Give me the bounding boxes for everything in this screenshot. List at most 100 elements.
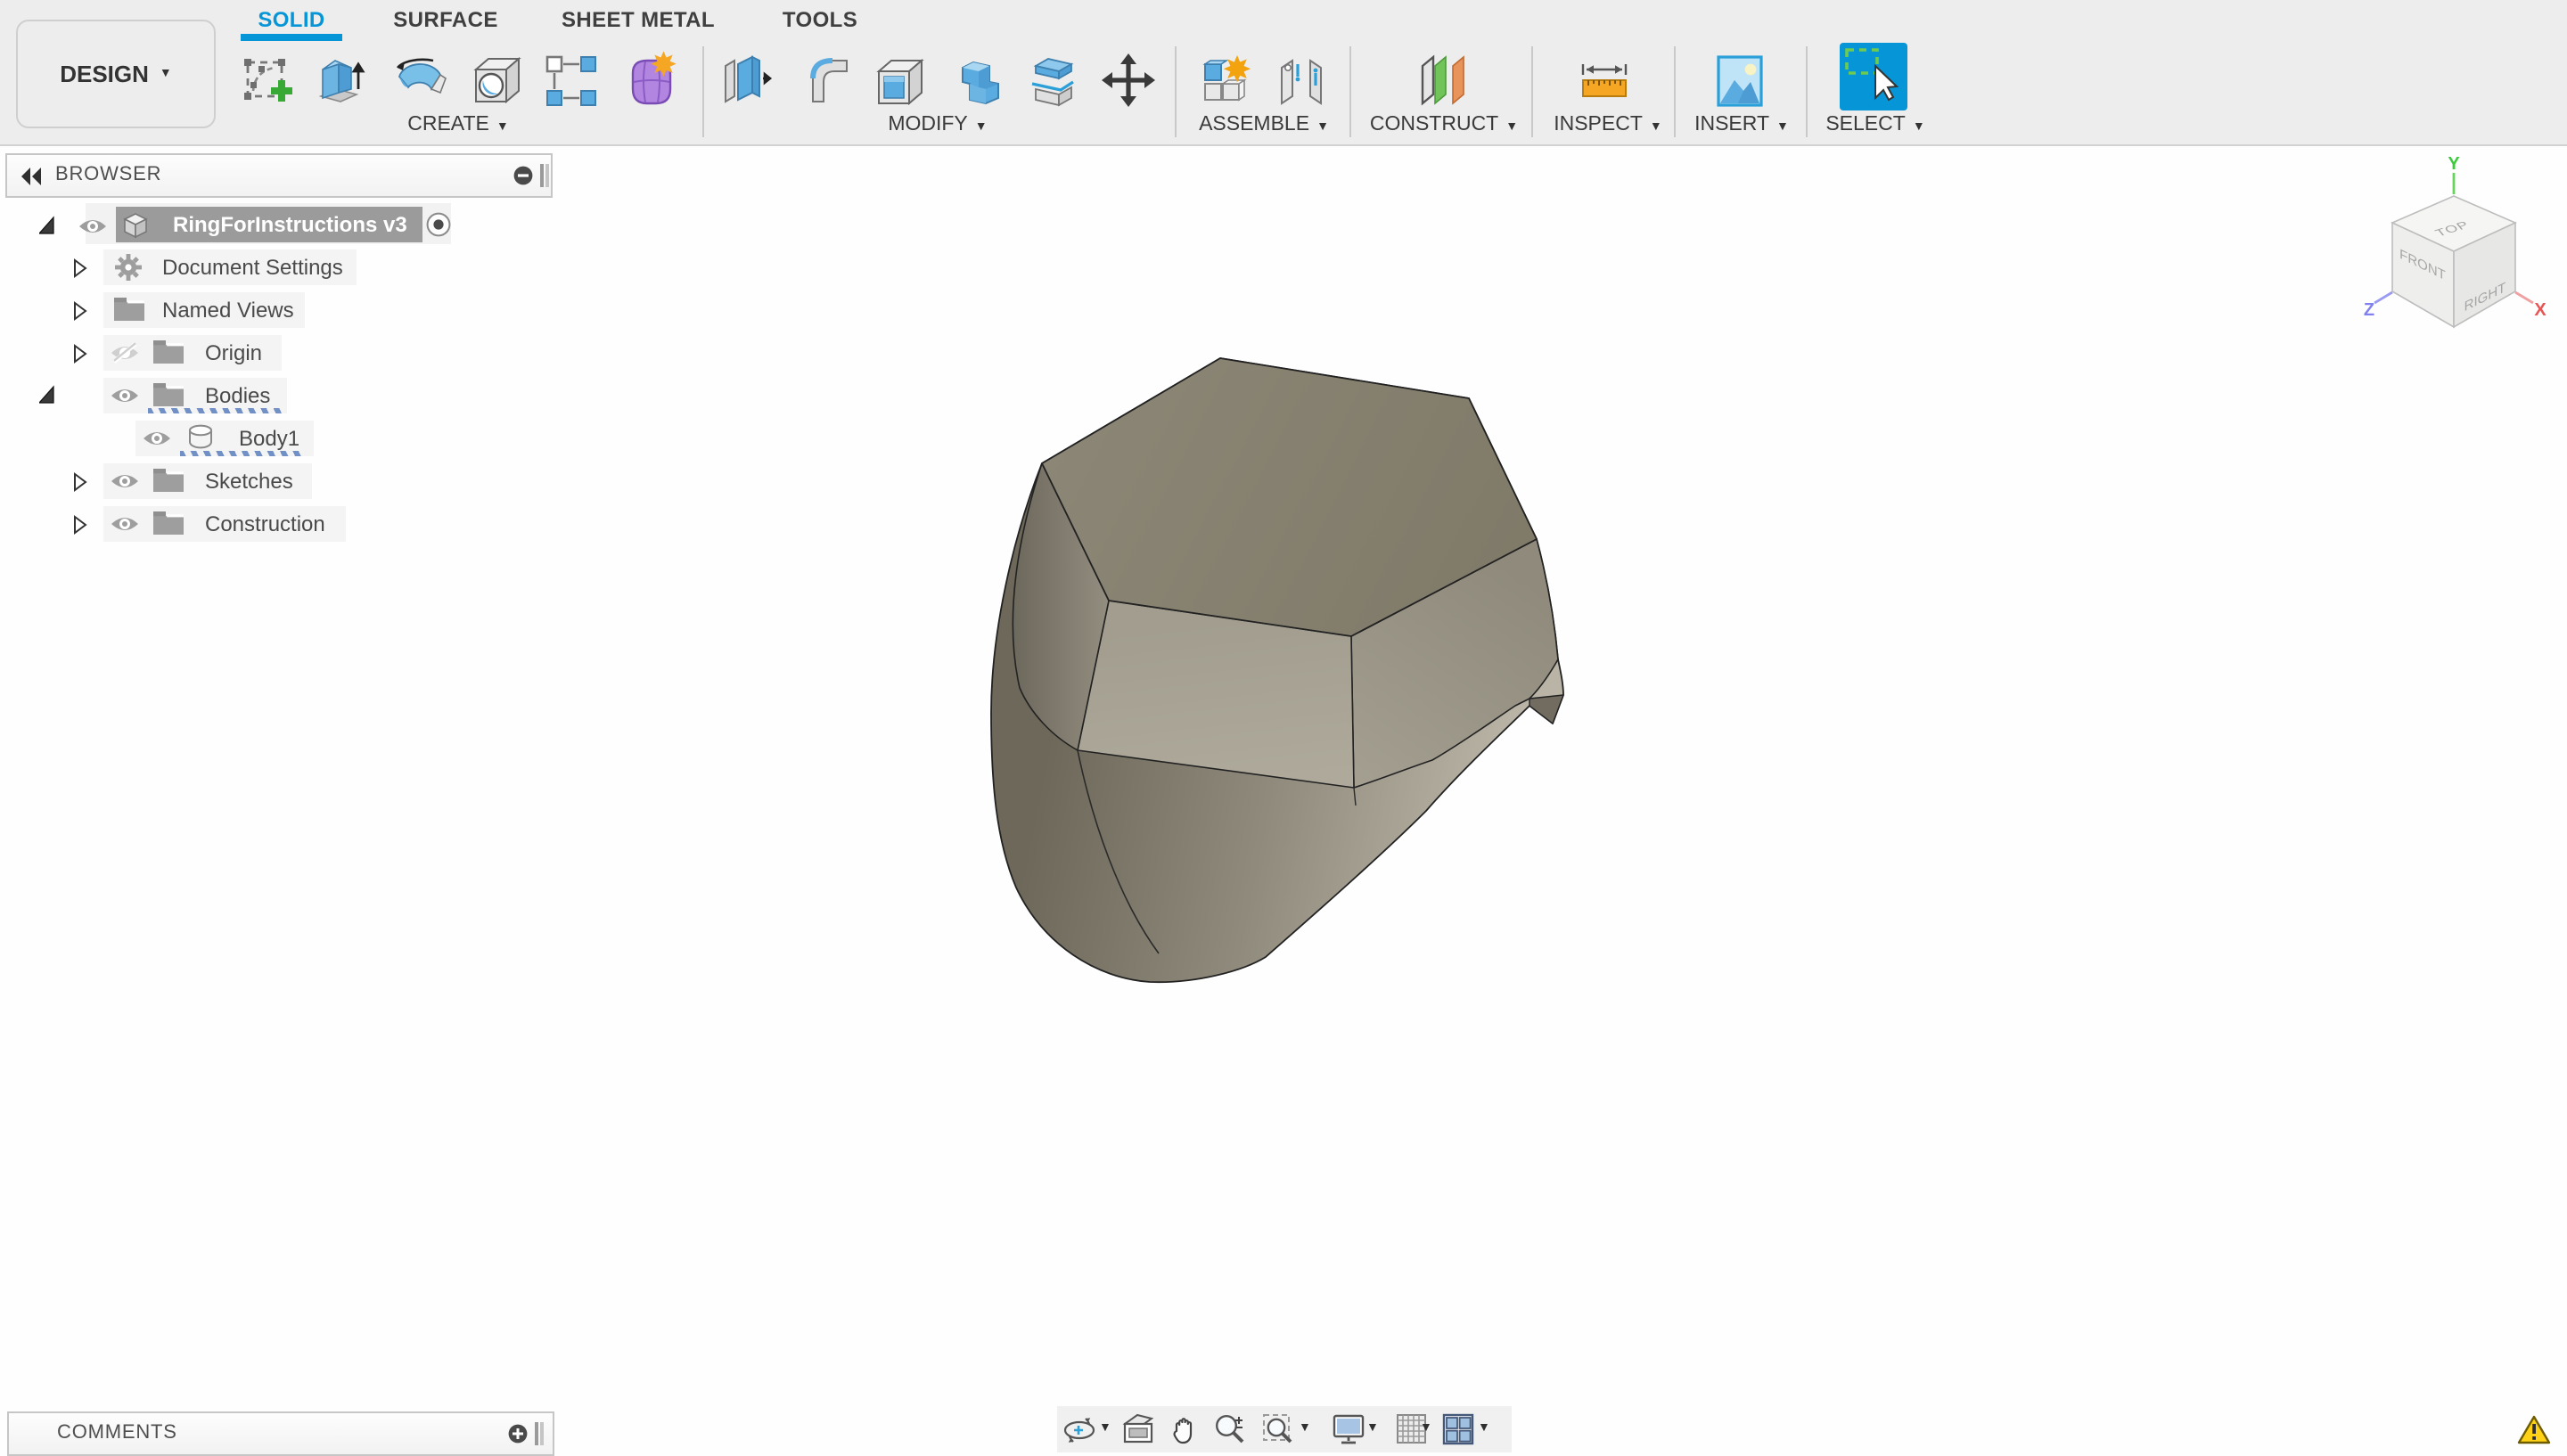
panel-grip[interactable] <box>540 1421 543 1444</box>
select-tool-icon <box>1840 43 1907 110</box>
folder-icon <box>153 511 184 534</box>
viewports-icon[interactable] <box>1441 1413 1473 1445</box>
expanded-arrow-icon[interactable] <box>39 216 55 235</box>
zoom-dropdown-caret[interactable]: ▼ <box>1299 1422 1311 1435</box>
folder-icon <box>153 382 184 405</box>
view-cube[interactable]: Y Z X TOP FRONT RIGHT <box>2346 146 2560 331</box>
panel-grip[interactable] <box>540 163 543 186</box>
tree-item-document-settings[interactable]: Document Settings <box>162 249 343 285</box>
tab-sheet-metal[interactable]: SHEET METAL <box>558 7 718 34</box>
add-comment-icon[interactable] <box>508 1424 528 1444</box>
design-label: DESIGN <box>60 61 149 87</box>
browser-panel-header[interactable]: BROWSER <box>5 153 553 198</box>
model-body1-ring[interactable] <box>963 330 1604 1007</box>
create-form-icon[interactable] <box>622 50 683 110</box>
x-axis-label: X <box>2534 300 2546 320</box>
revolve-icon[interactable] <box>390 50 451 110</box>
visibility-eye-icon[interactable] <box>111 514 139 532</box>
folder-icon <box>114 298 144 321</box>
component-cube-icon <box>121 209 150 240</box>
split-body-icon[interactable] <box>1023 50 1084 110</box>
z-axis-line <box>2374 292 2392 303</box>
expanded-arrow-icon[interactable] <box>39 384 55 404</box>
visibility-off-eye-icon[interactable] <box>111 342 139 364</box>
zoom-window-icon[interactable] <box>1261 1413 1295 1447</box>
folder-icon <box>153 339 184 363</box>
combine-icon[interactable] <box>952 50 1013 110</box>
shell-icon[interactable] <box>870 50 931 110</box>
grid-dropdown-caret[interactable]: ▼ <box>1420 1422 1432 1435</box>
panel-grip[interactable] <box>535 1421 537 1444</box>
orbit-icon[interactable] <box>1062 1413 1096 1447</box>
panel-grip[interactable] <box>545 163 548 186</box>
create-sketch-icon[interactable] <box>239 50 299 110</box>
tree-item-origin[interactable]: Origin <box>205 335 262 371</box>
hole-icon[interactable] <box>467 50 528 110</box>
display-dropdown-caret[interactable]: ▼ <box>1366 1422 1379 1435</box>
select-tool-button[interactable] <box>1840 43 1907 110</box>
browser-panel-title: BROWSER <box>55 164 161 185</box>
tree-row-root-selected[interactable]: RingForInstructions v3 <box>116 207 422 242</box>
collapse-panel-icon[interactable] <box>21 167 43 184</box>
activate-component-radio[interactable] <box>426 212 451 237</box>
chevron-down-icon: ▼ <box>160 68 172 80</box>
new-component-icon[interactable] <box>1194 50 1255 110</box>
chevron-down-icon: ▼ <box>975 121 988 134</box>
y-axis-label: Y <box>2448 154 2460 174</box>
tree-root-label[interactable]: RingForInstructions v3 <box>173 207 407 242</box>
selection-highlight-dashes <box>148 407 283 413</box>
collapsed-arrow-icon[interactable] <box>73 343 87 363</box>
tree-item-construction[interactable]: Construction <box>205 506 325 542</box>
create-group-label[interactable]: CREATE▼ <box>351 114 565 137</box>
collapsed-arrow-icon[interactable] <box>73 300 87 320</box>
pan-hand-icon[interactable] <box>1169 1413 1200 1445</box>
look-at-icon[interactable] <box>1121 1413 1155 1444</box>
select-group-label[interactable]: SELECT▼ <box>1768 114 1982 137</box>
viewports-dropdown-caret[interactable]: ▼ <box>1478 1422 1490 1435</box>
navigation-bar: ▼ ▼ ▼ ▼ <box>1057 1406 1512 1452</box>
visibility-eye-icon[interactable] <box>111 471 139 489</box>
panel-minimize-icon[interactable] <box>513 166 533 185</box>
tab-surface[interactable]: SURFACE <box>387 7 504 34</box>
comments-panel-title: COMMENTS <box>57 1422 177 1444</box>
insert-canvas-icon[interactable] <box>1710 50 1770 110</box>
visibility-eye-icon[interactable] <box>111 386 139 404</box>
tree-item-sketches[interactable]: Sketches <box>205 463 293 499</box>
selection-highlight-dashes <box>180 450 305 455</box>
fillet-icon[interactable] <box>799 50 859 110</box>
folder-icon <box>153 468 184 491</box>
z-axis-label: Z <box>2364 300 2374 320</box>
x-axis-line <box>2515 292 2533 303</box>
construction-plane-icon[interactable] <box>1413 50 1473 110</box>
display-settings-icon[interactable] <box>1331 1413 1365 1445</box>
toolbar: DESIGN ▼ SOLID SURFACE SHEET METAL TOOLS <box>0 0 2567 146</box>
collapsed-arrow-icon[interactable] <box>73 471 87 491</box>
visibility-eye-icon[interactable] <box>143 429 171 446</box>
gear-icon <box>114 253 143 282</box>
comments-panel-header[interactable]: COMMENTS <box>7 1411 554 1456</box>
active-tab-underline <box>241 34 342 41</box>
collapsed-arrow-icon[interactable] <box>73 514 87 534</box>
visibility-eye-icon[interactable] <box>78 217 107 234</box>
design-dropdown-button[interactable]: DESIGN ▼ <box>16 20 216 128</box>
joint-icon[interactable] <box>1271 50 1332 110</box>
model-horn-face[interactable] <box>1530 695 1563 724</box>
extrude-icon[interactable] <box>312 50 373 110</box>
modify-group-label[interactable]: MODIFY▼ <box>831 114 1045 137</box>
move-copy-icon[interactable] <box>1098 50 1159 110</box>
warning-icon[interactable] <box>2517 1415 2551 1445</box>
tab-solid[interactable]: SOLID <box>241 7 342 34</box>
tree-item-named-views[interactable]: Named Views <box>162 292 294 328</box>
body-icon <box>187 424 214 451</box>
fusion360-window: DESIGN ▼ SOLID SURFACE SHEET METAL TOOLS <box>0 0 2567 1456</box>
chevron-down-icon: ▼ <box>1913 121 1925 134</box>
tab-tools[interactable]: TOOLS <box>777 7 863 34</box>
measure-icon[interactable] <box>1574 50 1635 110</box>
chevron-down-icon: ▼ <box>1316 121 1329 134</box>
orbit-dropdown-caret[interactable]: ▼ <box>1099 1422 1111 1435</box>
zoom-icon[interactable] <box>1214 1413 1246 1445</box>
chevron-down-icon: ▼ <box>496 121 509 134</box>
collapsed-arrow-icon[interactable] <box>73 258 87 277</box>
rectangular-pattern-icon[interactable] <box>539 50 600 110</box>
press-pull-icon[interactable] <box>716 50 776 110</box>
